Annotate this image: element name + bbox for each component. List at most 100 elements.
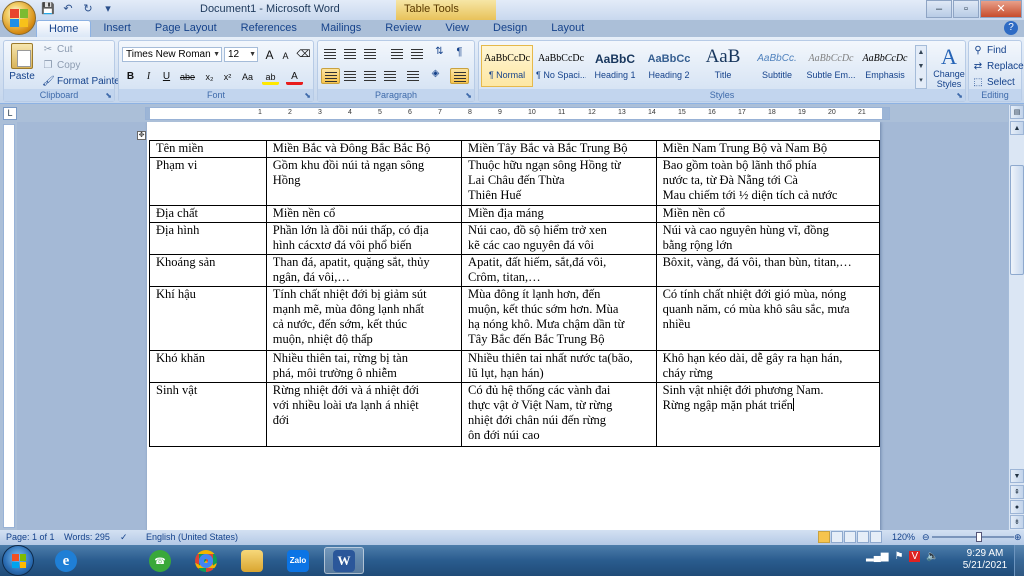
show-marks-button[interactable]: ¶ — [450, 46, 469, 62]
table-cell[interactable]: Rừng nhiệt đới và á nhiệt đới với nhiều l… — [265, 382, 463, 447]
paragraph-launcher-icon[interactable]: ⬊ — [465, 91, 472, 100]
table-cell[interactable]: Núi và cao nguyên hùng vĩ, đồng bằng rộng… — [655, 222, 881, 255]
table-cell[interactable]: Khoáng sản — [149, 254, 267, 287]
font-color-button[interactable]: A — [286, 69, 303, 85]
subscript-button[interactable]: x₂ — [201, 69, 218, 85]
clock[interactable]: 9:29 AM 5/21/2021 — [960, 548, 1010, 572]
next-page-icon[interactable]: ⇟ — [1010, 515, 1024, 529]
tab-references[interactable]: References — [229, 20, 309, 38]
save-icon[interactable]: 💾 — [40, 2, 56, 17]
draft-view-icon[interactable] — [870, 531, 882, 543]
increase-indent-button[interactable] — [408, 46, 427, 62]
table-cell[interactable]: Nhiều thiên tai nhất nước ta(bão, lũ lụt,… — [461, 350, 657, 383]
bold-button[interactable]: B — [122, 69, 139, 85]
clipboard-launcher-icon[interactable]: ⬊ — [105, 91, 112, 100]
change-styles-button[interactable]: A Change Styles — [929, 45, 969, 90]
style-subtitle[interactable]: AaBbCc. Subtitle — [751, 45, 803, 87]
table-cell[interactable]: Phần lớn là đồi núi thấp, có địa hình các… — [265, 222, 463, 255]
tab-home[interactable]: Home — [36, 20, 92, 38]
highlight-button[interactable]: ab — [262, 69, 279, 85]
font-launcher-icon[interactable]: ⬊ — [304, 91, 311, 100]
style-heading-1[interactable]: AaBbC Heading 1 — [589, 45, 641, 87]
table-cell[interactable]: Miền Nam Trung Bộ và Nam Bộ — [655, 140, 881, 158]
zoom-out-icon[interactable]: ⊖ — [922, 532, 930, 543]
tab-review[interactable]: Review — [373, 20, 433, 38]
change-case-button[interactable]: Aa — [239, 69, 256, 85]
table-cell[interactable]: Miền nền cổ — [265, 205, 463, 223]
styles-launcher-icon[interactable]: ⬊ — [956, 91, 963, 100]
style-title[interactable]: AaB Title — [697, 45, 749, 87]
tab-layout[interactable]: Layout — [539, 20, 596, 38]
justify-button[interactable] — [381, 68, 400, 84]
table-cell[interactable]: Sinh vật — [149, 382, 267, 447]
cut-button[interactable]: ✂ Cut — [42, 44, 73, 55]
table-cell[interactable]: Miền Bắc và Đông Bắc Bắc Bộ — [265, 140, 463, 158]
table-cell[interactable]: Địa chất — [149, 205, 267, 223]
content-table[interactable]: Tên miền Miền Bắc và Đông Bắc Bắc Bộ Miền … — [149, 140, 881, 447]
table-cell[interactable]: Than đá, apatit, quặng sắt, thủy ngân, đá… — [265, 254, 463, 287]
bullets-button[interactable] — [321, 46, 340, 62]
superscript-button[interactable]: x² — [219, 69, 236, 85]
taskbar-ie[interactable]: e — [46, 547, 86, 574]
table-cell[interactable]: Địa hình — [149, 222, 267, 255]
previous-page-icon[interactable]: ⇞ — [1010, 485, 1024, 499]
zoom-slider[interactable] — [932, 532, 1014, 542]
page-count[interactable]: Page: 1 of 1 — [6, 532, 55, 542]
table-cell[interactable]: Miền Tây Bắc và Bắc Trung Bộ — [461, 140, 657, 158]
scroll-up-icon[interactable]: ▲ — [1010, 121, 1024, 135]
scroll-down-icon[interactable]: ▼ — [1010, 469, 1024, 483]
tab-design[interactable]: Design — [481, 20, 539, 38]
network-signal-icon[interactable]: ▂▄▆ — [866, 551, 888, 562]
volume-icon[interactable]: 🔈 — [926, 551, 938, 562]
minimize-button[interactable]: – — [926, 0, 952, 18]
web-layout-view-icon[interactable] — [844, 531, 856, 543]
zoom-in-icon[interactable]: ⊕ — [1014, 532, 1022, 543]
format-painter-button[interactable]: 🖌 Format Painter — [42, 76, 123, 87]
table-cell[interactable]: Phạm vi — [149, 157, 267, 206]
tab-selector-button[interactable]: L — [3, 107, 17, 120]
table-cell[interactable]: Tên miền — [149, 140, 267, 158]
table-cell[interactable]: Núi cao, đồ sộ hiểm trở xen kẽ các cao ng… — [461, 222, 657, 255]
table-cell[interactable]: Tính chất nhiệt đới bị giảm sút mạnh mẽ, … — [265, 286, 463, 351]
word-count[interactable]: Words: 295 — [64, 532, 110, 542]
tab-mailings[interactable]: Mailings — [309, 20, 373, 38]
align-center-button[interactable] — [341, 68, 360, 84]
table-move-handle-icon[interactable]: ✥ — [137, 131, 146, 140]
close-button[interactable]: ✕ — [980, 0, 1022, 18]
decrease-indent-button[interactable] — [388, 46, 407, 62]
numbering-button[interactable] — [341, 46, 360, 62]
multilevel-list-button[interactable] — [361, 46, 380, 62]
shrink-font-button[interactable]: A — [277, 48, 294, 64]
select-button[interactable]: ⬚ Select — [972, 77, 1015, 88]
table-cell[interactable]: Khó khăn — [149, 350, 267, 383]
table-cell[interactable]: Có tính chất nhiệt đới gió mùa, nóng quan… — [655, 286, 881, 351]
table-cell[interactable]: Có đủ hệ thống các vành đai thực vật ở Vi… — [461, 382, 657, 447]
table-cell[interactable]: Miền nền cổ — [655, 205, 881, 223]
table-cell[interactable]: Bôxit, vàng, đá vôi, than bùn, titan,… — [655, 254, 881, 287]
zoom-level[interactable]: 120% — [892, 532, 915, 542]
table-cell[interactable]: Khô hạn kéo dài, dễ gây ra hạn hán, cháy … — [655, 350, 881, 383]
style-no-spacing[interactable]: AaBbCcDc ¶ No Spaci... — [535, 45, 587, 87]
font-name-combo[interactable]: Times New Roman ▼ — [122, 47, 222, 62]
undo-icon[interactable]: ↶ — [60, 2, 76, 17]
table-cell[interactable]: Miền địa máng — [461, 205, 657, 223]
vertical-ruler-bar[interactable] — [3, 124, 15, 528]
taskbar-zalo[interactable]: Zalo — [278, 547, 318, 574]
taskbar-word[interactable]: W — [324, 547, 364, 574]
italic-button[interactable]: I — [140, 69, 157, 85]
table-cell[interactable]: Bao gồm toàn bộ lãnh thổ phía nước ta, từ… — [655, 157, 881, 206]
tab-view[interactable]: View — [433, 20, 481, 38]
redo-icon[interactable]: ↻ — [80, 2, 96, 17]
line-spacing-button[interactable] — [404, 68, 423, 84]
table-cell[interactable]: Gồm khu đồi núi tả ngạn sông Hồng — [265, 157, 463, 206]
print-layout-view-icon[interactable] — [818, 531, 830, 543]
clear-formatting-icon[interactable]: ⌫ — [295, 47, 312, 63]
language-indicator[interactable]: English (United States) — [146, 532, 238, 542]
tray-flag-icon[interactable]: ⚑ — [894, 551, 903, 562]
table-cell[interactable]: Apatit, đất hiếm, sắt,đá vôi, Crôm, titan… — [461, 254, 657, 287]
table-cell[interactable]: Khí hậu — [149, 286, 267, 351]
document-page[interactable]: Tên miền Miền Bắc và Đông Bắc Bắc Bộ Miền … — [147, 122, 881, 530]
maximize-button[interactable]: ▫ — [953, 0, 979, 18]
replace-button[interactable]: ⇄ Replace — [972, 61, 1024, 72]
find-button[interactable]: ⚲ Find — [972, 45, 1006, 56]
